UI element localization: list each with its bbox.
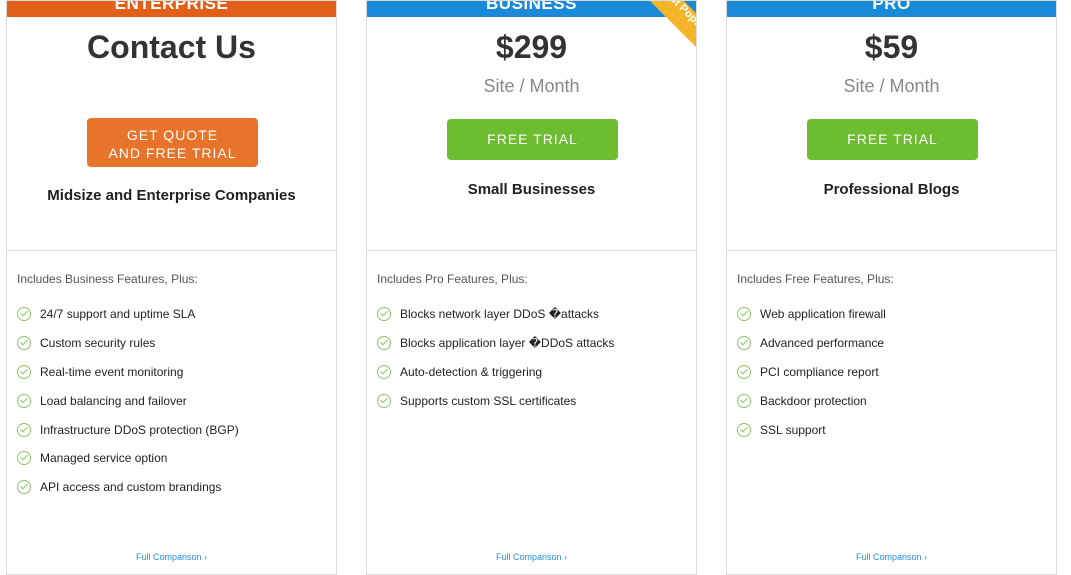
feature-item: Backdoor protection bbox=[737, 386, 886, 415]
plan-audience: Professional Blogs bbox=[823, 181, 960, 198]
feature-item: PCI compliance report bbox=[737, 358, 886, 387]
feature-item: Blocks application layer �DDoS attacks bbox=[377, 329, 614, 358]
feature-list: 24/7 support and uptime SLA Custom secur… bbox=[17, 300, 239, 502]
divider bbox=[7, 250, 336, 251]
feature-item: Supports custom SSL certificates bbox=[377, 386, 614, 415]
check-circle-icon bbox=[737, 393, 751, 408]
includes-label: Includes Free Features, Plus: bbox=[737, 272, 894, 286]
check-circle-icon bbox=[377, 307, 391, 322]
free-trial-button[interactable]: FREE TRIAL bbox=[447, 119, 618, 160]
check-circle-icon bbox=[17, 451, 31, 466]
full-comparison-link[interactable]: Full Comparison › bbox=[727, 552, 1056, 562]
feature-item: Load balancing and failover bbox=[17, 386, 239, 415]
feature-item: Custom security rules bbox=[17, 329, 239, 358]
check-circle-icon bbox=[737, 336, 751, 351]
check-circle-icon bbox=[737, 307, 751, 322]
full-comparison-link[interactable]: Full Comparison › bbox=[7, 552, 336, 562]
plan-header: ENTERPRISE bbox=[7, 1, 336, 17]
pricing-card-business: BUSINESS Most Popular $299 Site / Month … bbox=[366, 0, 697, 575]
plan-audience: Midsize and Enterprise Companies bbox=[47, 187, 296, 204]
feature-item: Managed service option bbox=[17, 444, 239, 473]
plan-price: $299 bbox=[495, 29, 568, 65]
feature-item: Advanced performance bbox=[737, 329, 886, 358]
feature-list: Blocks network layer DDoS �attacks Block… bbox=[377, 300, 614, 415]
check-circle-icon bbox=[737, 364, 751, 379]
check-circle-icon bbox=[377, 364, 391, 379]
button-label-line1: GET QUOTE bbox=[126, 127, 219, 143]
feature-item: Auto-detection & triggering bbox=[377, 358, 614, 387]
feature-item: Infrastructure DDoS protection (BGP) bbox=[17, 415, 239, 444]
divider bbox=[367, 250, 696, 251]
check-circle-icon bbox=[17, 336, 31, 351]
feature-item: Real-time event monitoring bbox=[17, 358, 239, 387]
full-comparison-link[interactable]: Full Comparison › bbox=[367, 552, 696, 562]
pricing-card-pro: PRO $59 Site / Month FREE TRIAL Professi… bbox=[726, 0, 1057, 575]
check-circle-icon bbox=[17, 480, 31, 495]
includes-label: Includes Pro Features, Plus: bbox=[377, 272, 528, 286]
pricing-card-enterprise: ENTERPRISE Contact Us GET QUOTE AND FREE… bbox=[6, 0, 337, 575]
plan-price: Contact Us bbox=[87, 29, 256, 65]
feature-item: 24/7 support and uptime SLA bbox=[17, 300, 239, 329]
feature-item: Blocks network layer DDoS �attacks bbox=[377, 300, 614, 329]
button-label-line2: AND FREE TRIAL bbox=[108, 145, 237, 161]
feature-item: SSL support bbox=[737, 415, 886, 444]
feature-list: Web application firewall Advanced perfor… bbox=[737, 300, 886, 444]
check-circle-icon bbox=[17, 422, 31, 437]
plan-header: PRO bbox=[727, 1, 1056, 17]
feature-item: API access and custom brandings bbox=[17, 473, 239, 502]
check-circle-icon bbox=[17, 307, 31, 322]
price-unit: Site / Month bbox=[843, 76, 940, 96]
price-unit: Site / Month bbox=[483, 76, 580, 96]
includes-label: Includes Business Features, Plus: bbox=[17, 272, 198, 286]
check-circle-icon bbox=[737, 422, 751, 437]
free-trial-button[interactable]: FREE TRIAL bbox=[807, 119, 978, 160]
check-circle-icon bbox=[377, 336, 391, 351]
divider bbox=[727, 250, 1056, 251]
get-quote-button[interactable]: GET QUOTE AND FREE TRIAL bbox=[87, 118, 258, 167]
check-circle-icon bbox=[377, 393, 391, 408]
plan-price: $59 bbox=[864, 29, 919, 65]
check-circle-icon bbox=[17, 393, 31, 408]
feature-item: Web application firewall bbox=[737, 300, 886, 329]
check-circle-icon bbox=[17, 364, 31, 379]
plan-audience: Small Businesses bbox=[467, 181, 596, 198]
